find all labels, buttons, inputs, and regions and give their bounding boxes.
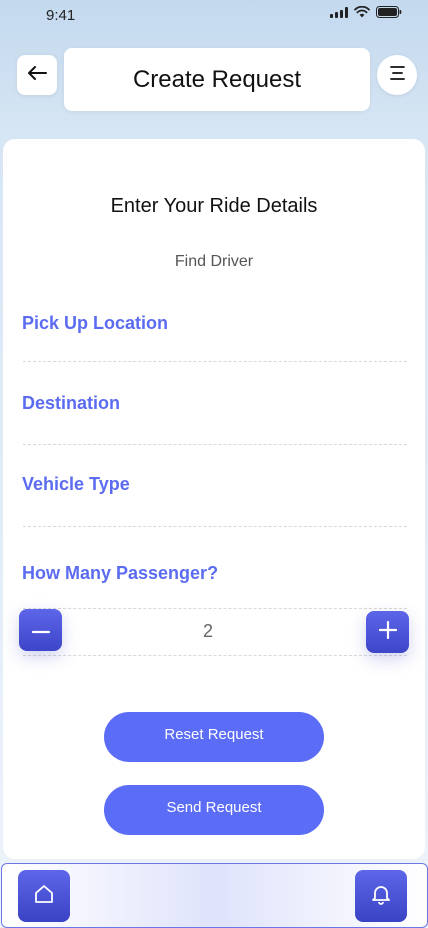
find-driver-link[interactable]: Find Driver bbox=[3, 253, 425, 271]
signal-icon bbox=[330, 6, 348, 18]
destination-divider bbox=[23, 444, 407, 445]
header-title-card: Create Request bbox=[64, 48, 370, 111]
passenger-count-value: 2 bbox=[202, 621, 213, 641]
status-time: 9:41 bbox=[46, 7, 76, 24]
passenger-count-label: How Many Passenger? bbox=[22, 563, 219, 583]
vehicle-divider bbox=[23, 526, 407, 527]
bell-icon bbox=[370, 883, 392, 910]
notifications-button[interactable] bbox=[355, 870, 407, 922]
pickup-location-field[interactable]: Pick Up Location bbox=[22, 313, 168, 334]
back-button[interactable] bbox=[17, 55, 57, 95]
page-title: Create Request bbox=[132, 65, 302, 93]
home-button[interactable] bbox=[18, 870, 70, 922]
pickup-divider bbox=[23, 361, 407, 362]
menu-button[interactable] bbox=[377, 55, 417, 95]
menu-icon bbox=[388, 65, 406, 86]
destination-field[interactable]: Destination bbox=[22, 393, 120, 414]
vehicle-type-field[interactable]: Vehicle Type bbox=[22, 474, 130, 495]
stepper-bottom-divider bbox=[23, 655, 407, 656]
wifi-icon bbox=[354, 6, 370, 18]
bottom-nav bbox=[1, 863, 428, 928]
status-icons bbox=[330, 6, 402, 18]
battery-icon bbox=[376, 6, 402, 18]
send-request-button[interactable]: Send Request bbox=[104, 785, 324, 835]
plus-icon bbox=[378, 620, 397, 644]
form-title: Enter Your Ride Details bbox=[110, 195, 318, 217]
ride-details-form: Enter Your Ride Details Find Driver Pick… bbox=[3, 139, 425, 859]
reset-request-button[interactable]: Reset Request bbox=[104, 712, 324, 762]
status-bar: 9:41 bbox=[0, 0, 428, 32]
arrow-left-icon bbox=[26, 65, 48, 86]
increase-passenger-button[interactable] bbox=[366, 611, 409, 653]
home-icon bbox=[33, 884, 55, 909]
stepper-top-divider bbox=[23, 608, 407, 609]
